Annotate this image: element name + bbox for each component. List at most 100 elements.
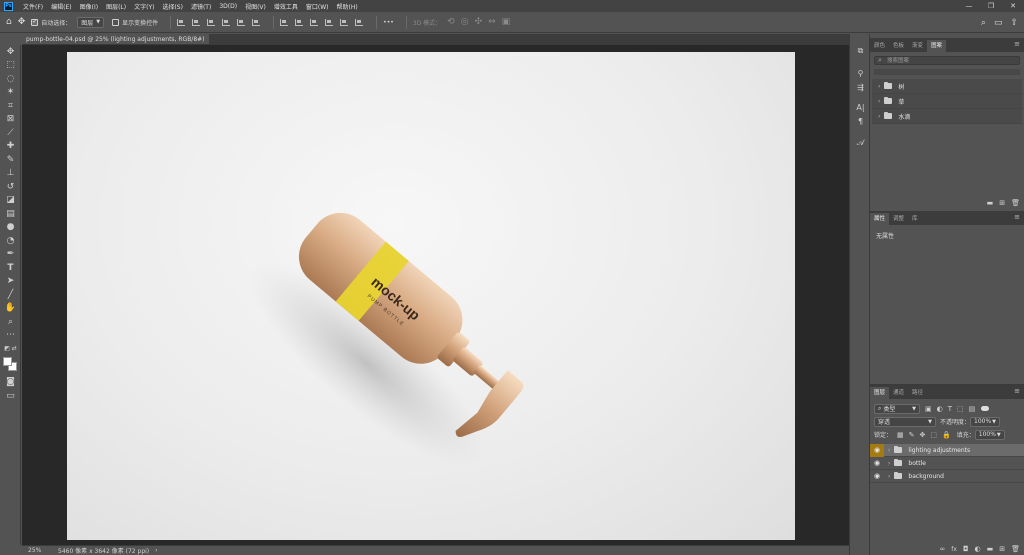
healing-brush-tool-icon[interactable]: ✚ <box>0 140 21 154</box>
opacity-field[interactable]: 100% ▼ <box>970 416 1001 427</box>
type-tool-icon[interactable]: T <box>0 261 21 275</box>
history-brush-tool-icon[interactable]: ↺ <box>0 180 21 194</box>
tab-gradients[interactable]: 渐变 <box>908 40 927 52</box>
tab-paths[interactable]: 路径 <box>908 387 927 399</box>
lock-position-icon[interactable]: ✥ <box>920 431 926 439</box>
eyedropper-tool-icon[interactable]: ⟋ <box>0 126 21 140</box>
3d-slide-icon[interactable]: ⇔ <box>488 17 496 27</box>
restore-button[interactable]: ❐ <box>980 0 1002 12</box>
lock-all-icon[interactable]: 🔒 <box>942 431 951 439</box>
tab-patterns[interactable]: 图案 <box>927 40 947 52</box>
glyphs-panel-icon[interactable]: 𝒜 <box>850 136 871 150</box>
menu-window[interactable]: 窗口(W) <box>302 2 333 11</box>
history-panel-icon[interactable]: ⧉ <box>850 44 871 58</box>
3d-roll-icon[interactable]: ◎ <box>461 17 469 27</box>
menu-3d[interactable]: 3D(D) <box>215 3 241 10</box>
filter-adjustment-icon[interactable]: ◐ <box>937 405 943 413</box>
search-icon[interactable]: ⌕ <box>981 18 986 28</box>
marquee-tool-icon[interactable]: ⬚ <box>0 59 21 73</box>
document-canvas[interactable]: mock-up PUMP BOTTLE <box>67 52 795 540</box>
foreground-color-swatch[interactable] <box>3 356 12 366</box>
menu-image[interactable]: 图像(I) <box>76 2 102 11</box>
document-tab[interactable]: pump-bottle-04.psd @ 25% (lighting adjus… <box>22 34 215 45</box>
adjustments-panel-icon[interactable]: ⇶ <box>850 80 871 94</box>
trash-icon[interactable]: 🗑 <box>1011 545 1020 553</box>
pattern-search-input[interactable]: 搜索图案 <box>874 56 1020 65</box>
tab-channels[interactable]: 通道 <box>889 387 908 399</box>
distribute-middle-icon[interactable] <box>340 18 349 26</box>
distribute-center-icon[interactable] <box>295 18 304 26</box>
distribute-top-icon[interactable] <box>325 18 334 26</box>
show-transform-checkbox[interactable] <box>112 18 120 26</box>
panel-menu-icon[interactable]: ≡ <box>1014 213 1020 221</box>
menu-type[interactable]: 文字(Y) <box>130 2 158 11</box>
eye-icon[interactable]: ◉ <box>870 457 884 470</box>
add-mask-icon[interactable]: ◘ <box>963 545 969 553</box>
distribute-bottom-icon[interactable] <box>355 18 364 26</box>
layer-filter-dropdown[interactable]: ⌕ 类型 ▼ <box>874 403 920 414</box>
new-pattern-icon[interactable]: ⊞ <box>999 199 1005 207</box>
align-middle-icon[interactable] <box>237 18 246 26</box>
chevron-right-icon[interactable]: › <box>888 447 890 454</box>
lock-artboard-icon[interactable]: ⬚ <box>930 431 937 439</box>
eye-icon[interactable]: ◉ <box>870 470 884 483</box>
tab-adjustments[interactable]: 调整 <box>889 213 908 225</box>
gradient-tool-icon[interactable]: ▤ <box>0 207 21 221</box>
filter-pixel-icon[interactable]: ▣ <box>925 405 932 413</box>
hand-tool-icon[interactable]: ✋ <box>0 302 21 316</box>
color-swatches[interactable] <box>0 356 21 376</box>
new-group-icon[interactable]: ▬ <box>987 545 994 553</box>
eye-icon[interactable]: ◉ <box>870 443 884 457</box>
lasso-tool-icon[interactable]: ◌ <box>0 72 21 86</box>
tab-color[interactable]: 颜色 <box>870 40 889 52</box>
align-bottom-icon[interactable] <box>252 18 261 26</box>
panel-menu-icon[interactable]: ≡ <box>1014 387 1020 395</box>
lock-transparent-icon[interactable]: ▦ <box>897 431 904 439</box>
zoom-level[interactable]: 25% <box>28 547 48 554</box>
edit-toolbar-icon[interactable]: ⋯ <box>0 329 21 343</box>
crop-tool-icon[interactable]: ⌗ <box>0 99 21 113</box>
3d-scale-icon[interactable]: ▣ <box>502 17 511 27</box>
brush-tool-icon[interactable]: ✎ <box>0 153 21 167</box>
properties-panel-icon[interactable]: ⚲ <box>850 66 871 80</box>
pattern-group-item[interactable]: › 树 <box>872 79 1022 94</box>
filter-toggle[interactable] <box>981 406 990 411</box>
lock-image-icon[interactable]: ✎ <box>909 431 915 439</box>
frame-tool-icon[interactable]: ⊠ <box>0 113 21 127</box>
adjustment-layer-icon[interactable]: ◐ <box>975 545 981 553</box>
align-top-icon[interactable] <box>222 18 231 26</box>
line-tool-icon[interactable]: ╱ <box>0 288 21 302</box>
tab-swatches[interactable]: 色板 <box>889 40 908 52</box>
share-icon[interactable]: ⇪ <box>1010 18 1018 28</box>
tab-properties[interactable]: 属性 <box>870 213 890 225</box>
eraser-tool-icon[interactable]: ◪ <box>0 194 21 208</box>
filter-shape-icon[interactable]: ⬚ <box>957 405 964 413</box>
auto-select-dropdown[interactable]: 图层 ▼ <box>77 16 105 28</box>
auto-select-checkbox[interactable]: ✓ <box>31 18 39 26</box>
clone-stamp-tool-icon[interactable]: ⊥ <box>0 167 21 181</box>
layer-row[interactable]: ◉ › lighting adjustments <box>870 443 1024 457</box>
menu-view[interactable]: 视图(V) <box>241 2 270 11</box>
magic-wand-tool-icon[interactable]: ✶ <box>0 86 21 100</box>
menu-layer[interactable]: 图层(L) <box>102 2 130 11</box>
tab-libraries[interactable]: 库 <box>908 213 922 225</box>
pen-tool-icon[interactable]: ✒ <box>0 248 21 262</box>
align-center-h-icon[interactable] <box>192 18 201 26</box>
move-tool-icon[interactable]: ✥ <box>0 45 21 59</box>
tab-layers[interactable]: 图层 <box>870 387 890 399</box>
distribute-left-icon[interactable] <box>280 18 289 26</box>
menu-edit[interactable]: 编辑(E) <box>47 2 75 11</box>
chevron-right-icon[interactable]: › <box>888 460 890 467</box>
zoom-tool-icon[interactable]: ⌕ <box>0 315 21 329</box>
panel-menu-icon[interactable]: ≡ <box>1014 40 1020 48</box>
new-layer-icon[interactable]: ⊞ <box>999 545 1005 553</box>
3d-pan-icon[interactable]: ✣ <box>475 17 483 27</box>
chevron-right-icon[interactable]: › <box>888 473 890 480</box>
filter-smart-object-icon[interactable]: ▤ <box>969 405 976 413</box>
more-options-button[interactable]: ••• <box>383 19 394 26</box>
quick-mask-icon[interactable]: ◙ <box>0 376 21 390</box>
align-right-icon[interactable] <box>207 18 216 26</box>
status-menu-arrow[interactable]: › <box>155 547 157 554</box>
paragraph-panel-icon[interactable]: ¶ <box>850 114 871 128</box>
pattern-group-item[interactable]: › 水滴 <box>872 109 1022 124</box>
